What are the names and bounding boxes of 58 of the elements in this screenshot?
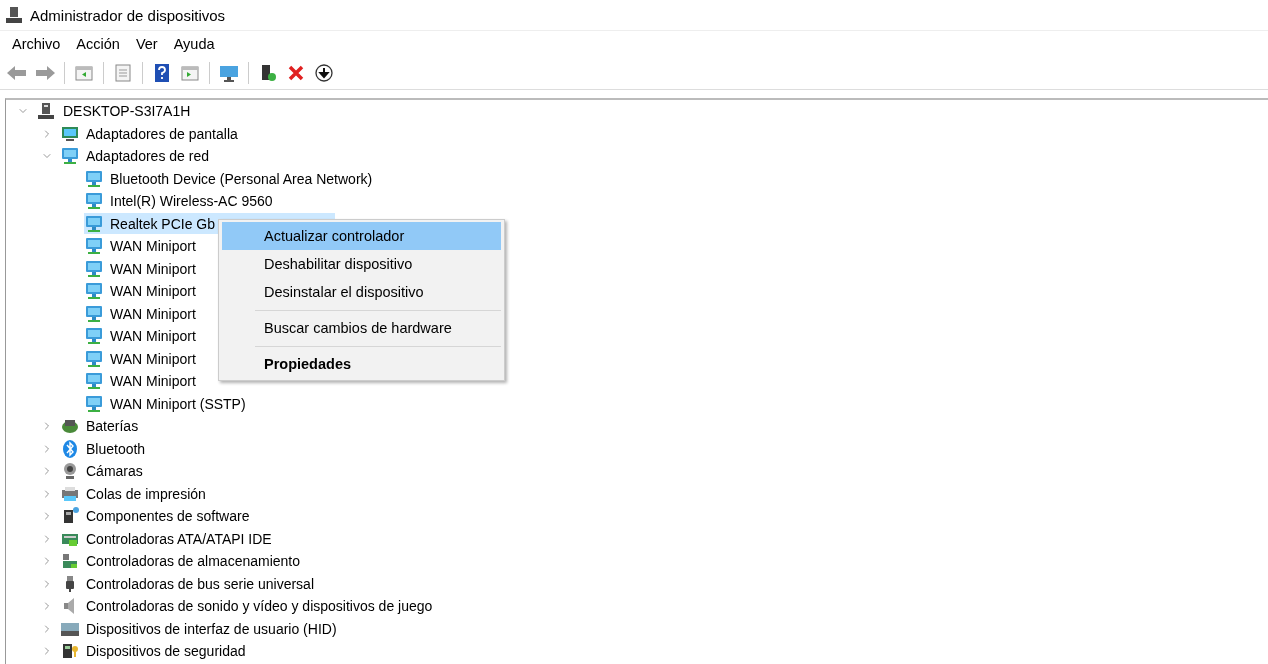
menu-item[interactable]: Ver (127, 32, 166, 56)
tree-item[interactable]: WAN Miniport (84, 280, 199, 302)
close-icon (286, 63, 306, 83)
window-title: Administrador de dispositivos (30, 6, 226, 24)
tree-item[interactable]: WAN Miniport (84, 235, 199, 257)
forward-arrow-icon (34, 64, 56, 82)
computer-icon (36, 101, 56, 122)
context-menu-item[interactable]: Deshabilitar dispositivo (222, 250, 501, 278)
panel-icon (74, 63, 94, 83)
panel-icon (180, 63, 200, 83)
menu-item[interactable]: Ayuda (165, 32, 223, 56)
context-menu-item[interactable]: Actualizar controlador (222, 222, 501, 250)
tree-item[interactable]: WAN Miniport (84, 325, 199, 347)
tree-item[interactable]: Bluetooth (60, 438, 149, 460)
network-adapter-icon (84, 393, 104, 414)
tree-item[interactable]: WAN Miniport (84, 348, 199, 370)
tree-item[interactable]: Dispositivos de seguridad (60, 640, 249, 662)
network-adapter-icon (84, 213, 104, 234)
tree-item[interactable]: Controladoras de sonido y vídeo y dispositivos de juego (60, 595, 436, 617)
tree-item[interactable]: Bluetooth Device (Personal Area Network) (84, 168, 376, 190)
context-menu-item[interactable]: Propiedades (222, 350, 501, 378)
tree-item[interactable]: Cámaras (60, 460, 146, 482)
tree-item[interactable]: Componentes de software (60, 505, 253, 527)
tree-item[interactable]: DESKTOP-S3I7A1H (36, 100, 194, 122)
tree-item[interactable]: Baterías (60, 415, 142, 437)
network-adapter-icon (84, 191, 104, 212)
network-adapter-icon (84, 348, 104, 369)
down-arrow-circle-icon (314, 63, 334, 83)
network-adapter-icon (84, 303, 104, 324)
tree-item[interactable]: Adaptadores de red (60, 145, 212, 167)
tree-item[interactable]: WAN Miniport (SSTP) (84, 393, 249, 415)
tree-item[interactable]: WAN Miniport (84, 370, 199, 392)
menu-item[interactable]: Archivo (4, 32, 69, 56)
tree-item[interactable]: WAN Miniport (84, 303, 199, 325)
context-menu-item[interactable]: Desinstalar el dispositivo (222, 278, 501, 306)
tree-item[interactable]: Controladoras de almacenamiento (60, 550, 303, 572)
back-arrow-icon (6, 64, 28, 82)
network-adapter-icon (84, 168, 104, 189)
tree-item[interactable]: Adaptadores de pantalla (60, 123, 241, 145)
network-adapter-icon (84, 371, 104, 392)
tree-item[interactable]: WAN Miniport (84, 258, 199, 280)
tree-item[interactable]: Dispositivos de interfaz de usuario (HID) (60, 618, 340, 640)
tree-item[interactable]: Intel(R) Wireless-AC 9560 (84, 190, 276, 212)
tree-item[interactable]: Controladoras de bus serie universal (60, 573, 317, 595)
bluetooth-icon (60, 438, 80, 459)
network-adapter-icon (60, 146, 80, 167)
device-manager-icon (4, 5, 24, 25)
tree-item[interactable]: Controladoras ATA/ATAPI IDE (60, 528, 275, 550)
network-adapter-icon (84, 236, 104, 257)
help-icon (152, 63, 172, 83)
document-icon (113, 63, 133, 83)
tree-item[interactable]: Colas de impresión (60, 483, 209, 505)
menu-item[interactable]: Acción (68, 32, 128, 56)
network-adapter-icon (84, 258, 104, 279)
context-menu-item[interactable]: Buscar cambios de hardware (222, 314, 501, 342)
network-adapter-icon (84, 281, 104, 302)
network-adapter-icon (84, 326, 104, 347)
monitor-icon (219, 63, 239, 83)
